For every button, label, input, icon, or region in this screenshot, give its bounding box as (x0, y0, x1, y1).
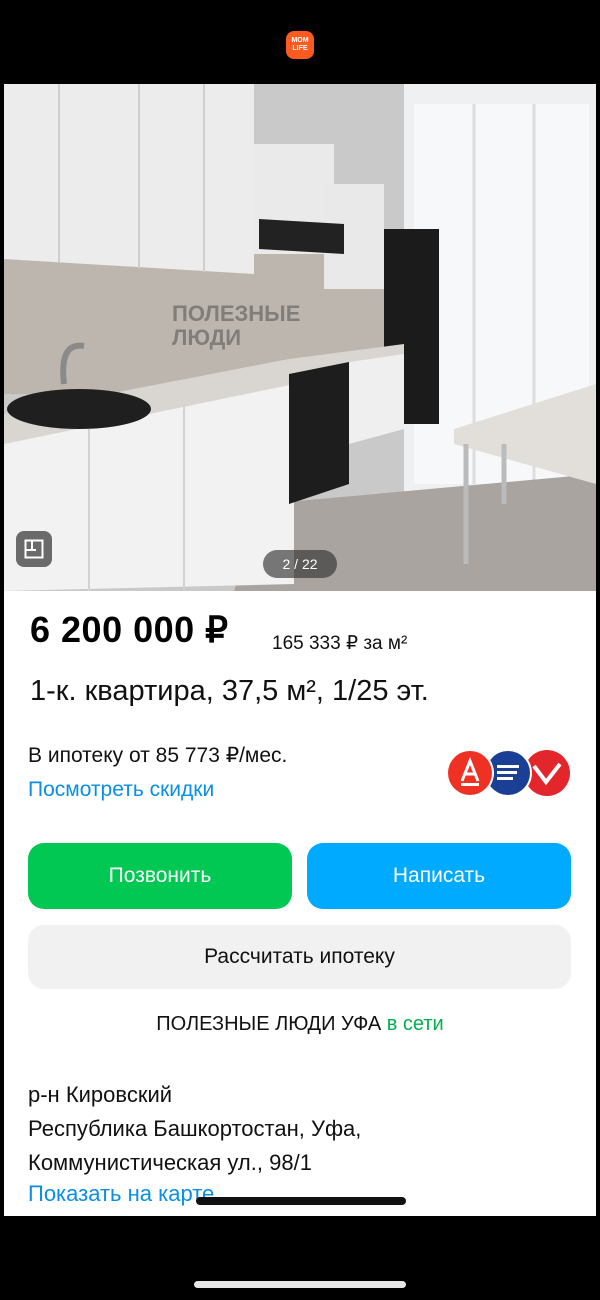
call-button[interactable]: Позвонить (28, 843, 292, 909)
bank-logos-icon (446, 749, 570, 797)
listing-details: 6 200 000 ₽ 165 333 ₽ за м² 1-к. квартир… (4, 591, 596, 1216)
floorplan-button[interactable] (16, 531, 52, 567)
show-on-map-link[interactable]: Показать на карте (28, 1181, 214, 1207)
photo-counter: 2 / 22 (263, 550, 337, 578)
online-status: в сети (386, 1013, 444, 1035)
mortgage-text: В ипотеку от 85 773 ₽/мес. (28, 744, 288, 767)
bank-logos[interactable] (442, 748, 572, 798)
address-line1: Республика Башкортостан, Уфа, (28, 1116, 362, 1141)
status-bar: MOM LIFE (0, 0, 600, 84)
price: 6 200 000 ₽ (30, 609, 229, 650)
address-district: р-н Кировский (28, 1082, 173, 1107)
listing-title: 1-к. квартира, 37,5 м², 1/25 эт. (30, 675, 429, 707)
write-button[interactable]: Написать (307, 843, 571, 909)
price-per-m2: 165 333 ₽ за м² (272, 633, 408, 654)
home-indicator[interactable] (194, 1281, 406, 1288)
seller-status[interactable]: ПОЛЕЗНЫЕ ЛЮДИ УФА в сети (4, 1013, 596, 1036)
discounts-link[interactable]: Посмотреть скидки (28, 778, 214, 802)
watermark-line2: ЛЮДИ (172, 325, 242, 350)
address-line2: Коммунистическая ул., 98/1 (28, 1150, 312, 1175)
app-logo-line1: MOM (291, 37, 309, 44)
photo-watermark: ПОЛЕЗНЫЕ ЛЮДИ (172, 302, 300, 350)
listing-photo[interactable]: ПОЛЕЗНЫЕ ЛЮДИ 2 / 22 (4, 84, 596, 591)
floorplan-icon (24, 539, 44, 559)
app-logo-icon: MOM LIFE (286, 31, 314, 59)
calculate-mortgage-button[interactable]: Рассчитать ипотеку (28, 925, 571, 989)
scroll-indicator[interactable] (196, 1197, 406, 1205)
watermark-line1: ПОЛЕЗНЫЕ (172, 301, 301, 326)
seller-name: ПОЛЕЗНЫЕ ЛЮДИ УФА (156, 1013, 382, 1035)
app-logo-line2: LIFE (292, 45, 308, 52)
